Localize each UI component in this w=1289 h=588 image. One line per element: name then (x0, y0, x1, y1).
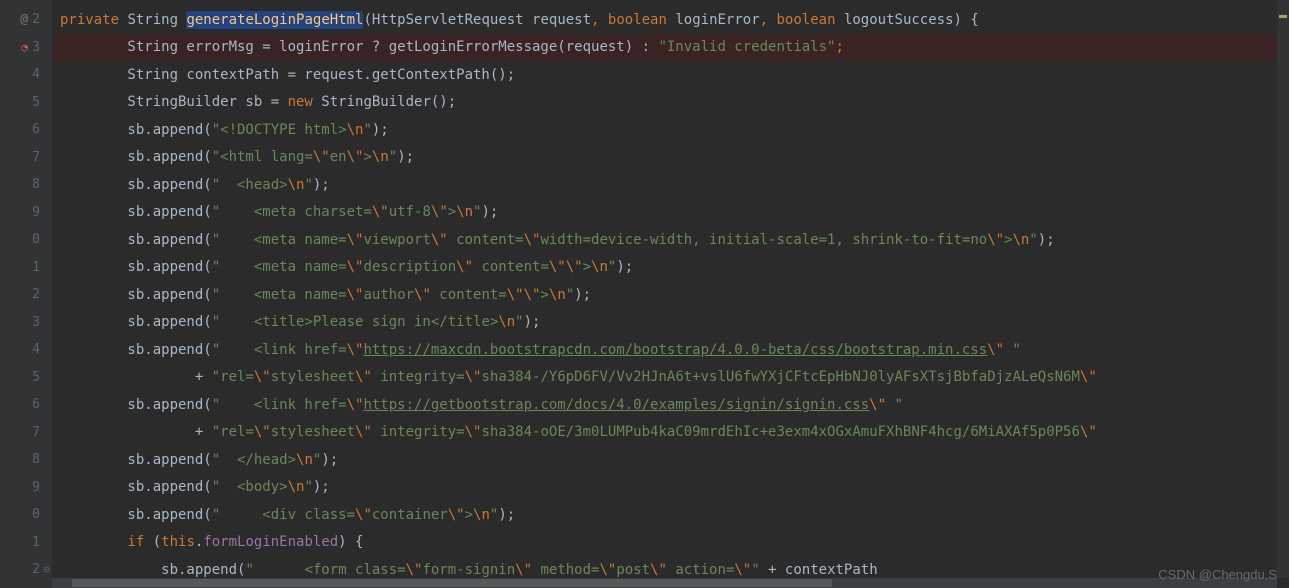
code-line: sb.append(" <div class=\"container\">\n"… (52, 501, 1289, 529)
gutter-line: ◔3 (0, 34, 52, 62)
gutter-line: 9 (0, 474, 52, 502)
code-line: sb.append(" <title>Please sign in</title… (52, 309, 1289, 337)
code-line: sb.append(" </head>\n"); (52, 446, 1289, 474)
gutter-line: 0 (0, 226, 52, 254)
code-line: sb.append("<html lang=\"en\">\n"); (52, 144, 1289, 172)
code-area[interactable]: private String generateLoginPageHtml(Htt… (52, 0, 1289, 588)
gutter-line: 7 (0, 419, 52, 447)
code-line: sb.append(" <link href=\"https://maxcdn.… (52, 336, 1289, 364)
code-line: sb.append("<!DOCTYPE html>\n"); (52, 116, 1289, 144)
horizontal-scrollbar[interactable] (52, 578, 1277, 588)
code-line: sb.append(" <link href=\"https://getboot… (52, 391, 1289, 419)
code-line: + "rel=\"stylesheet\" integrity=\"sha384… (52, 419, 1289, 447)
gutter-line: 3 (0, 309, 52, 337)
code-line: sb.append(" <body>\n"); (52, 474, 1289, 502)
code-line: StringBuilder sb = new StringBuilder(); (52, 89, 1289, 117)
gutter-line: @2 (0, 6, 52, 34)
code-line-highlighted: String errorMsg = loginError ? getLoginE… (52, 34, 1289, 62)
code-line: sb.append(" <head>\n"); (52, 171, 1289, 199)
gutter-line: 8 (0, 171, 52, 199)
gutter-line: 4 (0, 61, 52, 89)
gutter-line: 1 (0, 254, 52, 282)
gutter-line: ⊖2 (0, 556, 52, 584)
code-line: sb.append(" <meta charset=\"utf-8\">\n")… (52, 199, 1289, 227)
gutter-line: 8 (0, 446, 52, 474)
code-line: + "rel=\"stylesheet\" integrity=\"sha384… (52, 364, 1289, 392)
gutter-line: 0 (0, 501, 52, 529)
gutter-line: 4 (0, 336, 52, 364)
warning-marker[interactable] (1279, 15, 1287, 18)
gutter: @2 ◔3 4 5 6 7 8 9 0 1 2 3 4 5 6 7 8 9 0 … (0, 0, 52, 588)
code-editor[interactable]: @2 ◔3 4 5 6 7 8 9 0 1 2 3 4 5 6 7 8 9 0 … (0, 0, 1289, 588)
gutter-line: 5 (0, 89, 52, 117)
gutter-line: 7 (0, 144, 52, 172)
override-icon: @ (20, 12, 28, 27)
code-line: sb.append(" <meta name=\"author\" conten… (52, 281, 1289, 309)
vertical-scrollbar[interactable] (1277, 0, 1289, 578)
watermark: CSDN @Chengdu.S (1158, 567, 1277, 582)
code-line: sb.append(" <meta name=\"description\" c… (52, 254, 1289, 282)
gutter-line: 6 (0, 391, 52, 419)
fold-icon[interactable]: ⊖ (43, 563, 50, 576)
code-line: String contextPath = request.getContextP… (52, 61, 1289, 89)
code-line: if (this.formLoginEnabled) { (52, 529, 1289, 557)
scrollbar-thumb[interactable] (72, 579, 832, 587)
gutter-line: 9 (0, 199, 52, 227)
gutter-line: 6 (0, 116, 52, 144)
error-icon: ◔ (21, 41, 28, 54)
gutter-line: 1 (0, 529, 52, 557)
gutter-line: 2 (0, 281, 52, 309)
code-line: private String generateLoginPageHtml(Htt… (52, 6, 1289, 34)
gutter-line: 5 (0, 364, 52, 392)
code-line: sb.append(" <meta name=\"viewport\" cont… (52, 226, 1289, 254)
selected-method: generateLoginPageHtml (186, 11, 363, 29)
